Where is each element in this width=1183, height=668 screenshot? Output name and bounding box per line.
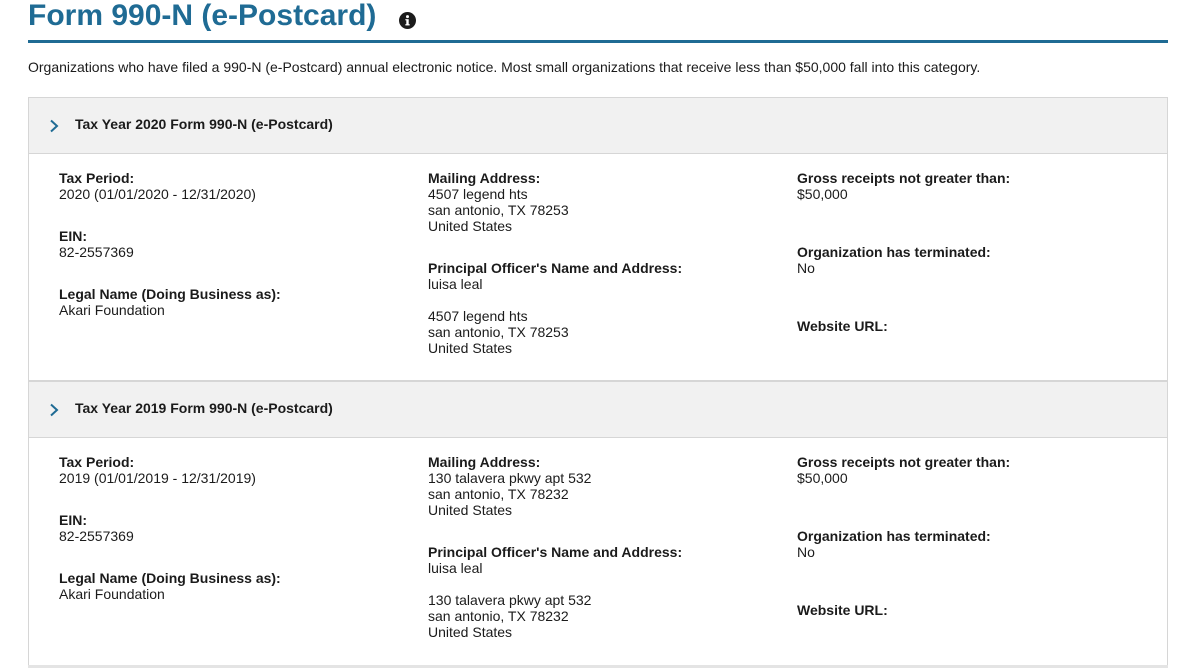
principal-officer-name: luisa leal [428, 560, 483, 576]
ein-value: 82-2557369 [59, 528, 134, 544]
terminated-value: No [797, 260, 815, 276]
mailing-address-line: 4507 legend hts [428, 186, 528, 202]
officer-address-line: United States [428, 340, 513, 356]
page: Form 990-N (e-Postcard) Organizations wh… [0, 0, 1183, 668]
page-title: Form 990-N (e-Postcard) [28, 0, 377, 32]
tax-period-label: Tax Period: [59, 170, 135, 186]
legal-name-label: Legal Name (Doing Business as): [59, 286, 281, 302]
mailing-address-line: san antonio, TX 78253 [428, 202, 569, 218]
title-row: Form 990-N (e-Postcard) [28, 0, 1168, 43]
officer-address-line: san antonio, TX 78232 [428, 608, 569, 624]
officer-address-line: 4507 legend hts [428, 308, 528, 324]
details-column-right: Gross receipts not greater than: $50,000… [797, 170, 1010, 334]
mailing-address-line: 130 talavera pkwy apt 532 [428, 470, 592, 486]
gross-receipts-value: $50,000 [797, 470, 848, 486]
accordion-header[interactable]: Tax Year 2020 Form 990-N (e-Postcard) [29, 98, 1167, 154]
accordion-section: Tax Year 2019 Form 990-N (e-Postcard) Ta… [28, 381, 1168, 668]
details-column-middle: Mailing Address: 130 talavera pkwy apt 5… [428, 454, 682, 640]
principal-officer-label: Principal Officer's Name and Address: [428, 260, 683, 276]
details-column-left: Tax Period: 2019 (01/01/2019 - 12/31/201… [59, 454, 281, 602]
tax-period-value: 2020 (01/01/2020 - 12/31/2020) [59, 186, 256, 202]
details-column-right: Gross receipts not greater than: $50,000… [797, 454, 1010, 618]
terminated-label: Organization has terminated: [797, 528, 991, 544]
details-column-left: Tax Period: 2020 (01/01/2020 - 12/31/202… [59, 170, 281, 318]
mailing-address-label: Mailing Address: [428, 454, 541, 470]
legal-name-value: Akari Foundation [59, 302, 165, 318]
principal-officer-label: Principal Officer's Name and Address: [428, 544, 683, 560]
chevron-right-icon [50, 403, 59, 417]
website-url-label: Website URL: [797, 318, 888, 334]
terminated-label: Organization has terminated: [797, 244, 991, 260]
intro-text: Organizations who have filed a 990-N (e-… [28, 59, 981, 75]
tax-period-label: Tax Period: [59, 454, 135, 470]
accordion-header[interactable]: Tax Year 2019 Form 990-N (e-Postcard) [29, 382, 1167, 438]
mailing-address-line: United States [428, 502, 513, 518]
mailing-address-line: United States [428, 218, 513, 234]
officer-address-line: United States [428, 624, 513, 640]
officer-address-line: san antonio, TX 78253 [428, 324, 569, 340]
gross-receipts-value: $50,000 [797, 186, 848, 202]
details-column-middle: Mailing Address: 4507 legend hts san ant… [428, 170, 682, 356]
legal-name-value: Akari Foundation [59, 586, 165, 602]
accordion-title: Tax Year 2020 Form 990-N (e-Postcard) [75, 116, 333, 132]
website-url-label: Website URL: [797, 602, 888, 618]
chevron-right-icon [50, 119, 59, 133]
ein-label: EIN: [59, 512, 87, 528]
info-circle-icon[interactable] [399, 12, 416, 29]
mailing-address-line: san antonio, TX 78232 [428, 486, 569, 502]
officer-address-line: 130 talavera pkwy apt 532 [428, 592, 592, 608]
tax-period-value: 2019 (01/01/2019 - 12/31/2019) [59, 470, 256, 486]
terminated-value: No [797, 544, 815, 560]
accordion-section: Tax Year 2020 Form 990-N (e-Postcard) Ta… [28, 97, 1168, 381]
ein-label: EIN: [59, 228, 87, 244]
gross-receipts-label: Gross receipts not greater than: [797, 170, 1011, 186]
gross-receipts-label: Gross receipts not greater than: [797, 454, 1011, 470]
principal-officer-name: luisa leal [428, 276, 483, 292]
accordion-title: Tax Year 2019 Form 990-N (e-Postcard) [75, 400, 333, 416]
legal-name-label: Legal Name (Doing Business as): [59, 570, 281, 586]
mailing-address-label: Mailing Address: [428, 170, 541, 186]
ein-value: 82-2557369 [59, 244, 134, 260]
